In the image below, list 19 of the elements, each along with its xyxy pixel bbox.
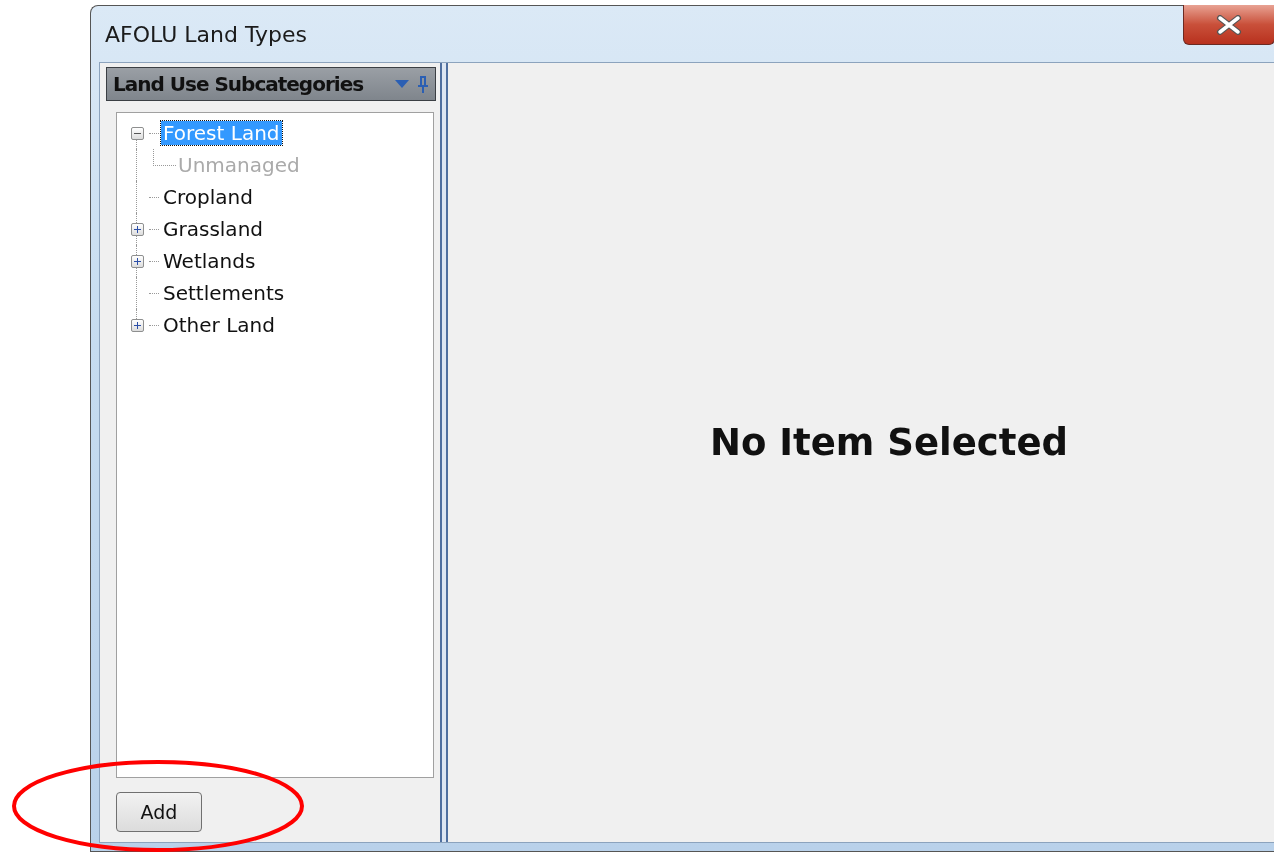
empty-message: No Item Selected	[710, 421, 1068, 464]
expand-toggle[interactable]	[130, 222, 144, 236]
tree-item[interactable]: Wetlands	[161, 249, 258, 273]
close-icon	[1216, 14, 1242, 35]
panel-title: Land Use Subcategories	[113, 72, 365, 96]
tree-item[interactable]: Cropland	[161, 185, 255, 209]
plus-icon	[133, 225, 141, 233]
tree-item[interactable]: Grassland	[161, 217, 265, 241]
plus-icon	[133, 321, 141, 329]
tree-item[interactable]: Other Land	[161, 313, 277, 337]
plus-icon	[133, 257, 141, 265]
expand-toggle[interactable]	[130, 318, 144, 332]
add-button[interactable]: Add	[116, 792, 202, 832]
collapse-toggle[interactable]	[130, 126, 144, 140]
expand-toggle[interactable]	[130, 254, 144, 268]
splitter[interactable]	[440, 63, 448, 842]
close-button[interactable]	[1183, 5, 1274, 45]
window-title: AFOLU Land Types	[105, 21, 307, 47]
tree-item[interactable]: Settlements	[161, 281, 287, 305]
